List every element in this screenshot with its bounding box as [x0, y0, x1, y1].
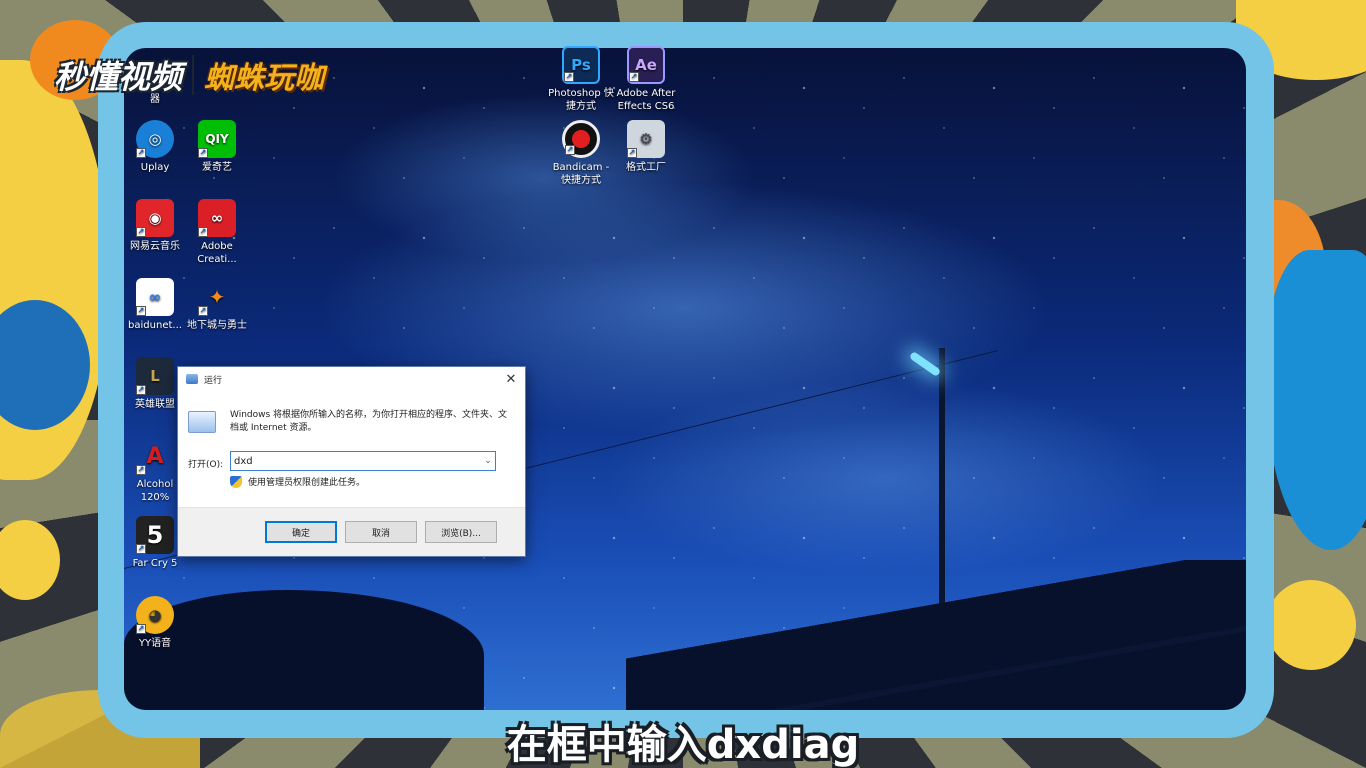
- netease-music-icon: ◉ ↗: [136, 199, 174, 237]
- run-dialog: 运行 ✕ Windows 将根据你所输入的名称，为你打开相应的程序、文件夹、文档…: [177, 366, 526, 557]
- dialog-body: Windows 将根据你所输入的名称，为你打开相应的程序、文件夹、文档或 Int…: [178, 391, 525, 507]
- bandicam-icon: ↗: [562, 120, 600, 158]
- brand-zhizhu: 蜘蛛玩咖: [204, 61, 325, 96]
- photoshop-icon-text: Ps: [571, 55, 591, 74]
- dialog-description: Windows 将根据你所输入的名称，为你打开相应的程序、文件夹、文档或 Int…: [230, 410, 508, 433]
- admin-note: 使用管理员权限创建此任务。: [230, 475, 365, 488]
- desktop-icon-label: Bandicam - 快捷方式: [552, 162, 610, 186]
- desktop-icon-format-factory[interactable]: ⚙ ↗ 格式工厂: [613, 120, 679, 174]
- wallpaper-bridge: [626, 560, 1246, 710]
- open-input[interactable]: dxd ⌄: [230, 451, 496, 471]
- lol-icon: L ↗: [136, 357, 174, 395]
- browse-button[interactable]: 浏览(B)...: [425, 521, 497, 543]
- photoshop-icon: Ps ↗: [562, 46, 600, 84]
- desktop-icon-photoshop[interactable]: Ps ↗ Photoshop 快捷方式: [548, 46, 614, 113]
- open-input-value: dxd: [234, 455, 253, 467]
- dnf-icon: ✦ ↗: [198, 284, 226, 316]
- desktop-icon-uplay[interactable]: ◎ ↗ Uplay: [122, 120, 188, 174]
- open-label: 打开(O):: [188, 460, 224, 470]
- desktop-icon-label: 地下城与勇士: [187, 320, 247, 331]
- dialog-titlebar[interactable]: 运行 ✕: [178, 367, 525, 391]
- close-button[interactable]: ✕: [497, 367, 525, 391]
- desktop-icon-label: YY语音: [138, 638, 172, 649]
- dialog-footer: 确定 取消 浏览(B)...: [178, 507, 525, 556]
- adobe-cc-icon: ∞ ↗: [198, 199, 236, 237]
- desktop-icon-label: Far Cry 5: [132, 558, 178, 569]
- desktop-icon-bandicam[interactable]: ↗ Bandicam - 快捷方式: [548, 120, 614, 187]
- desktop-icon-label: Photoshop 快捷方式: [548, 88, 614, 112]
- desktop-icon-label: Adobe Creati...: [197, 241, 237, 265]
- desktop-icon-yy[interactable]: ◕ ↗ YY语音: [122, 596, 188, 650]
- video-subtitle: 在框中输入dxdiag: [506, 722, 860, 768]
- desktop-icon-adobe-cc[interactable]: ∞ ↗ Adobe Creati...: [184, 199, 250, 266]
- desktop-icon-label: 网易云音乐: [130, 241, 180, 252]
- run-app-icon: [188, 411, 216, 433]
- logo-divider: [192, 55, 195, 95]
- desktop-icon-dnf[interactable]: ✦ ↗ 地下城与勇士: [184, 278, 250, 332]
- iqiyi-icon: QIY ↗: [198, 120, 236, 158]
- desktop-icon-label: 格式工厂: [626, 162, 666, 173]
- after-effects-icon-text: Ae: [635, 55, 657, 74]
- farcry5-icon: 5 ↗: [136, 516, 174, 554]
- uplay-icon: ◎ ↗: [136, 120, 174, 158]
- baidu-netdisk-icon: ∞ ↗: [136, 278, 174, 316]
- yy-icon: ◕ ↗: [136, 596, 174, 634]
- desktop-icon-label: 爱奇艺: [202, 162, 232, 173]
- desktop-icon-label: 英雄联盟: [135, 399, 175, 410]
- desktop-icon-after-effects[interactable]: Ae ↗ Adobe After Effects CS6: [613, 46, 679, 113]
- desktop-icon-baidunet[interactable]: ∞ ↗ baidunet...: [122, 278, 188, 332]
- after-effects-icon: Ae ↗: [627, 46, 665, 84]
- cancel-button[interactable]: 取消: [345, 521, 417, 543]
- desktop-icon-label: Adobe After Effects CS6: [616, 88, 676, 112]
- dialog-title: 运行: [204, 375, 223, 386]
- decor-blob: [0, 520, 60, 600]
- desktop-icon-netease[interactable]: ◉ ↗ 网易云音乐: [122, 199, 188, 253]
- shield-icon: [230, 475, 242, 488]
- decor-blob: [1266, 580, 1356, 670]
- desktop-icon-label: Alcohol 120%: [136, 479, 174, 503]
- admin-note-text: 使用管理员权限创建此任务。: [248, 478, 366, 488]
- brand-miaodong: 秒懂视频: [54, 58, 183, 96]
- ok-button[interactable]: 确定: [265, 521, 337, 543]
- decor-blob: [1266, 250, 1366, 550]
- desktop-icon-label: baidunet...: [128, 320, 182, 331]
- run-icon: [186, 374, 198, 384]
- alcohol120-icon: A ↗: [136, 443, 164, 475]
- watermark-logo: 秒懂视频 蜘蛛玩咖: [54, 50, 324, 100]
- desktop-icon-iqiyi[interactable]: QIY ↗ 爱奇艺: [184, 120, 250, 174]
- desktop-icon-label: Uplay: [140, 162, 170, 173]
- format-factory-icon: ⚙ ↗: [627, 120, 665, 158]
- chevron-down-icon[interactable]: ⌄: [481, 456, 495, 466]
